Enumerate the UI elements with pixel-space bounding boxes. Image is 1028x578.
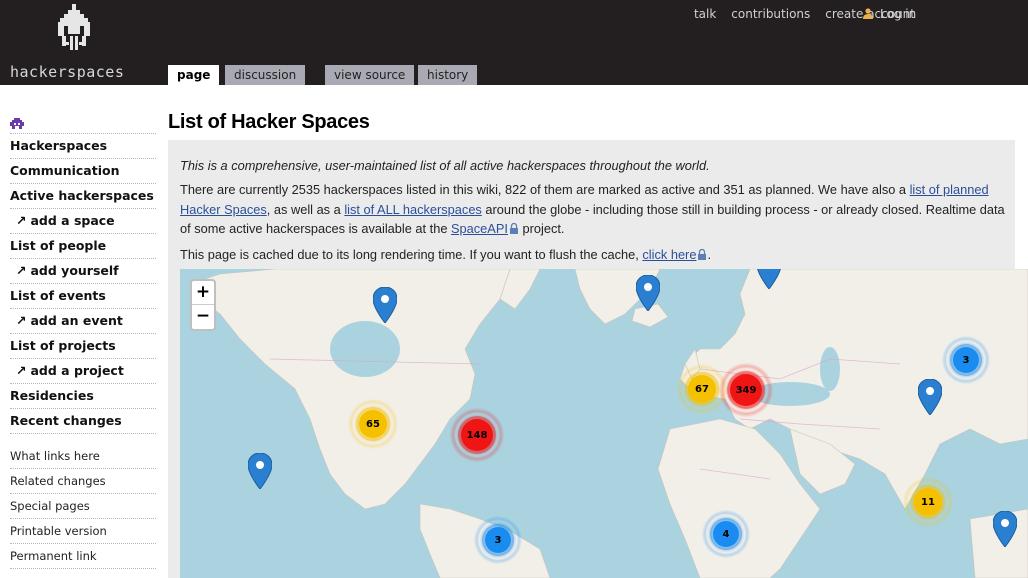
sidebar-item-label: Communication [10, 163, 120, 178]
sidebar-item[interactable]: ↗ add a project [10, 359, 156, 384]
cache-paragraph: This page is cached due to its long rend… [180, 245, 1010, 265]
arrow-icon: ↗ [16, 263, 27, 278]
cache-text-2: . [707, 247, 712, 262]
contributions-link[interactable]: contributions [731, 7, 810, 21]
count-text-2: , as well as a [266, 201, 345, 217]
marker-cluster[interactable]: 349 [730, 374, 762, 406]
sidebar-item[interactable]: Communication [10, 159, 156, 184]
sidebar-header [10, 114, 156, 134]
sidebar-item-label: add a project [30, 363, 124, 378]
lock-icon [509, 223, 518, 234]
sidebar-item-label: List of people [10, 238, 107, 253]
count-paragraph: There are currently 2535 hackerspaces li… [180, 180, 1010, 239]
count-text-4: project. [518, 221, 565, 236]
marker-cluster[interactable]: 11 [914, 488, 942, 516]
world-map[interactable]: + − 65 148 67 349 3 11 3 4 [180, 269, 1028, 578]
map-marker-pin-icon[interactable] [373, 287, 397, 323]
marker-cluster[interactable]: 67 [688, 375, 716, 403]
arrow-icon: ↗ [16, 363, 27, 378]
logo-text: hackerspaces [10, 63, 125, 81]
zoom-control: + − [190, 279, 216, 331]
sidebar-item-label: add yourself [30, 263, 119, 278]
page-title: List of Hacker Spaces [168, 111, 370, 133]
click-here-label: click here [642, 247, 697, 262]
login-link[interactable]: Log in [862, 7, 916, 21]
sidebar-item[interactable]: Hackerspaces [10, 134, 156, 159]
all-hackerspaces-link[interactable]: list of ALL hackerspaces [344, 202, 482, 217]
arrow-icon: ↗ [16, 213, 27, 228]
site-header: hackerspaces talk contributions create a… [0, 0, 1028, 86]
arrow-icon: ↗ [16, 313, 27, 328]
tab-view-source[interactable]: view source [325, 65, 415, 85]
sidebar-item[interactable]: ↗ add a space [10, 209, 156, 234]
map-marker-pin-icon[interactable] [993, 511, 1017, 547]
zoom-in-button[interactable]: + [192, 281, 214, 305]
lock-icon [698, 249, 707, 260]
sidebar-item[interactable]: ↗ add an event [10, 309, 156, 334]
sidebar-toolbox: What links here Related changes Special pa… [10, 444, 156, 569]
sidebar-item[interactable]: ↗ add yourself [10, 259, 156, 284]
spaceapi-link[interactable]: SpaceAPI [451, 221, 519, 236]
intro-text: This is a comprehensive, user-maintained… [180, 158, 710, 173]
toolbox-link[interactable]: What links here [10, 444, 156, 469]
marker-cluster[interactable]: 3 [953, 347, 979, 373]
login-label: Log in [880, 7, 917, 21]
map-marker-pin-icon[interactable] [248, 453, 272, 489]
sidebar-navigation: Hackerspaces Communication Active hackersp… [10, 134, 156, 434]
sidebar-item[interactable]: Residencies [10, 384, 156, 409]
sidebar-item[interactable]: List of projects [10, 334, 156, 359]
sidebar-item[interactable]: List of people [10, 234, 156, 259]
sidebar-item[interactable]: Active hackerspaces [10, 184, 156, 209]
user-icon [863, 8, 873, 19]
map-marker-pin-icon[interactable] [636, 275, 660, 311]
toolbox-link[interactable]: Printable version [10, 519, 156, 544]
marker-cluster[interactable]: 65 [359, 410, 387, 438]
toolbox-link[interactable]: Special pages [10, 494, 156, 519]
sidebar-item-label: Recent changes [10, 413, 122, 428]
map-marker-pin-icon[interactable] [757, 269, 781, 289]
sidebar-item-label: Hackerspaces [10, 138, 108, 153]
zoom-out-button[interactable]: − [192, 305, 214, 329]
talk-link[interactable]: talk [694, 7, 716, 21]
cache-text-1: This page is cached due to its long rend… [180, 247, 643, 262]
marker-cluster[interactable]: 148 [461, 419, 493, 451]
sidebar-item-label: Active hackerspaces [10, 188, 154, 203]
tab-discussion[interactable]: discussion [225, 65, 306, 85]
click-here-link[interactable]: click here [642, 247, 707, 262]
spaceapi-label: SpaceAPI [451, 221, 508, 236]
sidebar-item[interactable]: List of events [10, 284, 156, 309]
invader-icon[interactable] [10, 118, 24, 130]
sidebar-item-label: List of events [10, 288, 106, 303]
map-marker-pin-icon[interactable] [918, 379, 942, 415]
space-invader-logo-icon [58, 4, 90, 50]
tab-page[interactable]: page [168, 65, 220, 86]
sidebar: Hackerspaces Communication Active hackersp… [10, 114, 156, 569]
toolbox-link[interactable]: Permanent link [10, 544, 156, 569]
toolbox-link[interactable]: Related changes [10, 469, 156, 494]
sidebar-item-label: add an event [30, 313, 123, 328]
marker-cluster[interactable]: 4 [713, 521, 739, 547]
sidebar-item[interactable]: Recent changes [10, 409, 156, 434]
sidebar-item-label: List of projects [10, 338, 116, 353]
count-text-1: There are currently 2535 hackerspaces li… [180, 182, 910, 197]
sidebar-item-label: add a space [30, 213, 115, 228]
marker-cluster[interactable]: 3 [485, 527, 511, 553]
site-logo[interactable]: hackerspaces [0, 0, 150, 85]
map-tiles [189, 269, 1028, 578]
tab-history[interactable]: history [418, 65, 478, 85]
sidebar-item-label: Residencies [10, 388, 94, 403]
